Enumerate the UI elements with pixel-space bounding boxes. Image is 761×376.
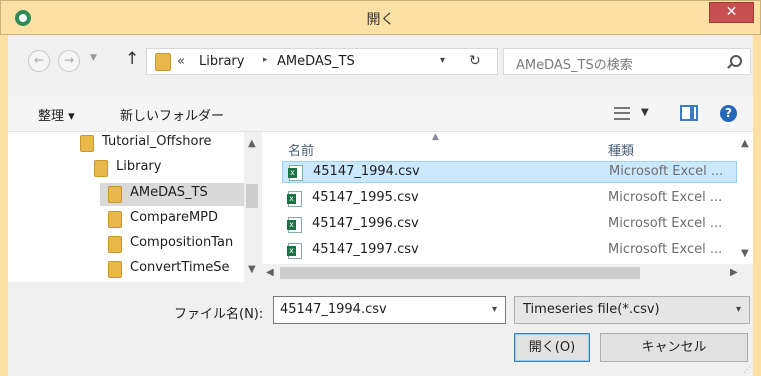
preview-pane-icon[interactable] bbox=[680, 105, 698, 121]
file-name: 45147_1996.csv bbox=[312, 216, 419, 231]
search-box[interactable]: AMeDAS_TSの検索 bbox=[503, 48, 751, 75]
resize-grip-icon[interactable]: ⋰ bbox=[743, 365, 751, 374]
column-header-type[interactable]: 種類 bbox=[608, 140, 634, 159]
breadcrumb-separator[interactable]: ▸ bbox=[263, 55, 268, 65]
file-type-select[interactable]: Timeseries file(*.csv) ▾ bbox=[514, 296, 750, 324]
new-folder-button[interactable]: 新しいフォルダー bbox=[120, 105, 224, 124]
tree-item-compositiontan[interactable]: CompositionTan bbox=[108, 233, 244, 256]
search-input[interactable]: AMeDAS_TSの検索 bbox=[516, 54, 633, 73]
file-type: Microsoft Excel ... bbox=[608, 216, 723, 231]
tree-item-amedas-ts[interactable]: AMeDAS_TS bbox=[100, 183, 244, 206]
file-row[interactable]: 45147_1995.csv Microsoft Excel ... bbox=[282, 188, 737, 210]
open-button[interactable]: 開く(O) bbox=[514, 333, 590, 362]
scroll-down-icon[interactable]: ▼ bbox=[248, 264, 256, 275]
address-dropdown-icon[interactable]: ▾ bbox=[440, 55, 445, 66]
dialog-footer: ファイル名(N): 45147_1994.csv ▾ Timeseries fi… bbox=[8, 282, 753, 376]
search-icon[interactable] bbox=[730, 55, 742, 67]
filename-input[interactable]: 45147_1994.csv ▾ bbox=[273, 296, 506, 324]
filename-value[interactable]: 45147_1994.csv bbox=[280, 302, 387, 317]
file-name: 45147_1997.csv bbox=[312, 242, 419, 257]
tree-item-label: CompareMPD bbox=[130, 210, 219, 225]
navigation-pane[interactable]: Tutorial_Offshore Library AMeDAS_TS Comp… bbox=[8, 132, 260, 282]
forward-button[interactable]: → bbox=[58, 50, 80, 72]
excel-file-icon bbox=[287, 191, 302, 207]
folder-icon bbox=[108, 236, 122, 253]
tree-item-label: AMeDAS_TS bbox=[130, 185, 208, 200]
chevron-down-icon[interactable]: ▾ bbox=[492, 304, 497, 315]
file-name: 45147_1995.csv bbox=[312, 190, 419, 205]
title-bar: 開く ✕ bbox=[0, 0, 761, 35]
folder-icon bbox=[80, 135, 94, 152]
scroll-up-icon[interactable]: ▲ bbox=[248, 138, 256, 149]
file-type: Microsoft Excel ... bbox=[609, 164, 724, 179]
tree-item-comparempd[interactable]: CompareMPD bbox=[108, 208, 244, 231]
back-button[interactable]: ← bbox=[28, 50, 50, 72]
file-list-vertical-scrollbar[interactable]: ▲ ▼ bbox=[737, 132, 753, 264]
file-row[interactable]: 45147_1996.csv Microsoft Excel ... bbox=[282, 214, 737, 236]
folder-icon bbox=[108, 186, 122, 203]
folder-icon bbox=[108, 211, 122, 228]
tree-item-label: Tutorial_Offshore bbox=[102, 134, 212, 149]
tree-item-label: CompositionTan bbox=[130, 235, 234, 250]
column-header-name[interactable]: 名前 bbox=[288, 140, 314, 159]
tree-item-label: Library bbox=[116, 159, 162, 174]
scroll-left-icon[interactable]: ◀ bbox=[266, 267, 274, 278]
tree-item-converttimese[interactable]: ConvertTimeSe bbox=[108, 258, 244, 281]
tree-item-library[interactable]: Library bbox=[94, 157, 244, 180]
sort-ascending-icon: ▲ bbox=[432, 132, 439, 142]
help-icon[interactable]: ? bbox=[720, 105, 737, 122]
organize-button[interactable]: 整理 ▾ bbox=[38, 105, 75, 124]
address-bar[interactable]: « Library ▸ AMeDAS_TS ▾ ↻ bbox=[146, 48, 498, 75]
file-list-pane[interactable]: 名前 ▲ 種類 45147_1994.csv Microsoft Excel .… bbox=[262, 132, 753, 282]
excel-file-icon bbox=[288, 165, 303, 181]
view-icon[interactable] bbox=[614, 107, 630, 120]
scrollbar-thumb[interactable] bbox=[280, 267, 640, 279]
recent-locations-dropdown[interactable]: ▼ bbox=[90, 53, 97, 63]
up-button[interactable]: ↑ bbox=[125, 49, 139, 69]
breadcrumb-amedas-ts[interactable]: AMeDAS_TS bbox=[277, 54, 355, 69]
file-list-horizontal-scrollbar[interactable]: ◀ ▶ bbox=[262, 264, 753, 282]
tree-item-label: ConvertTimeSe bbox=[130, 260, 230, 275]
file-type: Microsoft Excel ... bbox=[608, 242, 723, 257]
close-button[interactable]: ✕ bbox=[709, 2, 754, 23]
scroll-down-icon[interactable]: ▼ bbox=[741, 248, 749, 259]
navigation-scrollbar[interactable]: ▲ ▼ bbox=[244, 132, 260, 282]
folder-icon bbox=[155, 53, 171, 71]
file-row[interactable]: 45147_1997.csv Microsoft Excel ... bbox=[282, 240, 737, 262]
file-name: 45147_1994.csv bbox=[313, 164, 420, 179]
command-toolbar: 整理 ▾ 新しいフォルダー ▼ ? bbox=[8, 96, 753, 132]
scroll-up-icon[interactable]: ▲ bbox=[741, 138, 749, 149]
file-row[interactable]: 45147_1994.csv Microsoft Excel ... bbox=[282, 161, 737, 183]
filename-label: ファイル名(N): bbox=[174, 307, 264, 322]
chevron-down-icon[interactable]: ▾ bbox=[736, 304, 741, 315]
scrollbar-thumb[interactable] bbox=[246, 184, 258, 208]
address-overflow[interactable]: « bbox=[177, 54, 185, 69]
scroll-right-icon[interactable]: ▶ bbox=[730, 267, 738, 278]
folder-icon bbox=[108, 261, 122, 278]
breadcrumb-library[interactable]: Library bbox=[199, 54, 244, 69]
view-dropdown-icon[interactable]: ▼ bbox=[641, 107, 649, 118]
excel-file-icon bbox=[287, 243, 302, 259]
cancel-button[interactable]: キャンセル bbox=[600, 333, 748, 362]
folder-icon bbox=[94, 160, 108, 177]
tree-item-tutorial-offshore[interactable]: Tutorial_Offshore bbox=[80, 132, 244, 155]
file-type-value[interactable]: Timeseries file(*.csv) bbox=[523, 302, 660, 317]
file-type: Microsoft Excel ... bbox=[608, 190, 723, 205]
refresh-icon[interactable]: ↻ bbox=[469, 53, 481, 69]
window-title: 開く bbox=[366, 12, 395, 28]
excel-file-icon bbox=[287, 217, 302, 233]
navigation-bar: ← → ▼ ↑ « Library ▸ AMeDAS_TS ▾ ↻ AMeDAS… bbox=[8, 35, 753, 93]
